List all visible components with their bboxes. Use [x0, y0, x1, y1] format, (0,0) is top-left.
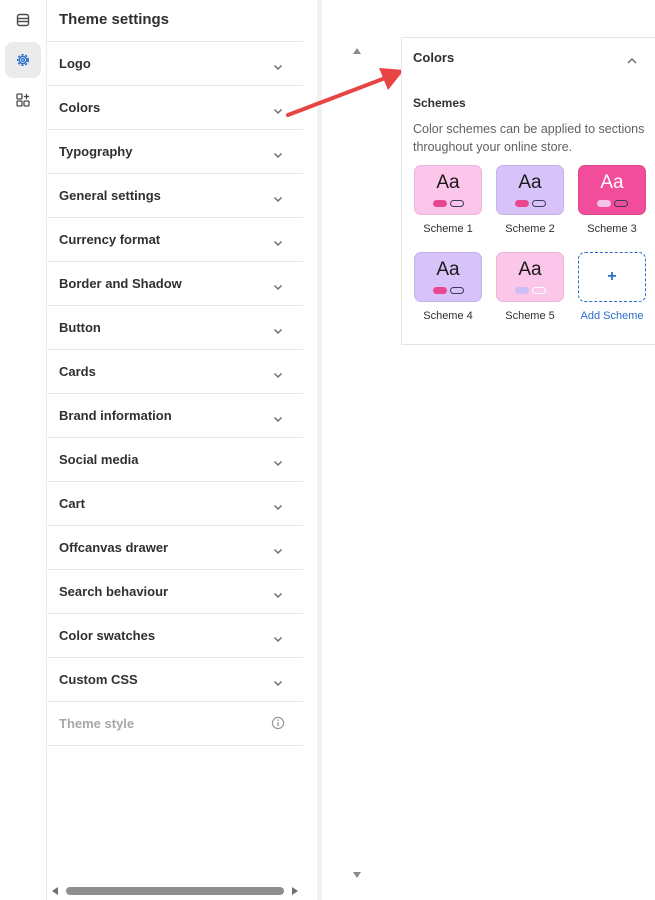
scheme-name: Scheme 4 [423, 310, 473, 322]
chevron-down-icon [273, 586, 283, 604]
accordion-cards[interactable]: Cards [47, 350, 303, 394]
plus-icon: + [607, 268, 617, 285]
schemes-description: Color schemes can be applied to sections… [413, 122, 645, 154]
scheme-swatch-3[interactable]: Aa [578, 165, 646, 215]
swatch-primary-button [433, 200, 447, 207]
accordion-button[interactable]: Button [47, 306, 303, 350]
chevron-down-icon [273, 410, 283, 428]
scroll-left-icon[interactable] [52, 887, 58, 895]
sections-icon [16, 13, 30, 27]
settings-accordion-list: Logo Colors Typography General settings Curr… [47, 42, 303, 746]
accordion-label: Border and Shadow [59, 276, 182, 291]
swatch-secondary-button [532, 200, 546, 207]
accordion-label: Currency format [59, 232, 161, 247]
sections-button[interactable] [5, 2, 41, 38]
accordion-social-media[interactable]: Social media [47, 438, 303, 482]
swatch-sample-text: Aa [600, 172, 624, 193]
swatch-primary-button [597, 200, 611, 207]
swatch-secondary-button [532, 287, 546, 294]
swatch-sample-text: Aa [518, 259, 542, 280]
accordion-general-settings[interactable]: General settings [47, 174, 303, 218]
swatch-sample-text: Aa [436, 259, 460, 280]
panel-title: Theme settings [59, 11, 170, 28]
swatch-sample-text: Aa [518, 172, 542, 193]
accordion-label: General settings [59, 188, 161, 203]
left-rail [0, 0, 47, 900]
accordion-label: Typography [59, 144, 133, 159]
colors-title: Colors [413, 50, 455, 65]
scheme-swatch-2[interactable]: Aa [496, 165, 564, 215]
scroll-right-icon[interactable] [292, 887, 298, 895]
annotation-arrow-icon [286, 68, 404, 117]
scheme-name: Scheme 5 [505, 310, 555, 322]
swatch-sample-text: Aa [436, 172, 460, 193]
chevron-down-icon [273, 190, 283, 208]
colors-panel: Colors Schemes Color schemes can be appl… [401, 37, 655, 345]
chevron-down-icon [273, 278, 283, 296]
accordion-colors[interactable]: Colors [47, 86, 303, 130]
accordion-label: Search behaviour [59, 584, 169, 599]
apps-icon [16, 93, 30, 107]
accordion-theme-style: Theme style [47, 702, 303, 746]
chevron-down-icon [273, 234, 283, 252]
accordion-label: Brand information [59, 408, 172, 423]
horizontal-scrollbar[interactable] [50, 884, 300, 898]
swatch-secondary-button [450, 287, 464, 294]
swatch-secondary-button [614, 200, 628, 207]
chevron-down-icon [273, 674, 283, 692]
swatch-secondary-button [450, 200, 464, 207]
add-scheme-button[interactable]: + [578, 252, 646, 302]
chevron-down-icon [273, 498, 283, 516]
chevron-down-icon [273, 366, 283, 384]
accordion-label: Custom CSS [59, 672, 138, 687]
chevron-up-icon[interactable] [626, 52, 638, 70]
apps-button[interactable] [5, 82, 41, 118]
info-icon[interactable] [271, 716, 285, 735]
scheme-name: Scheme 1 [423, 223, 473, 235]
accordion-label: Cards [59, 364, 96, 379]
add-scheme-label[interactable]: Add Scheme [567, 310, 655, 322]
schemes-heading: Schemes [413, 96, 466, 110]
chevron-down-icon [273, 630, 283, 648]
theme-settings-panel: Theme settings Logo Colors Typography Gener… [47, 0, 361, 900]
swatch-primary-button [433, 287, 447, 294]
scheme-name: Scheme 3 [587, 223, 637, 235]
accordion-cart[interactable]: Cart [47, 482, 303, 526]
accordion-logo[interactable]: Logo [47, 42, 303, 86]
theme-settings-button[interactable] [5, 42, 41, 78]
swatch-primary-button [515, 287, 529, 294]
chevron-down-icon [273, 146, 283, 164]
chevron-down-icon [273, 542, 283, 560]
scrollbar-thumb[interactable] [66, 887, 284, 895]
swatch-primary-button [515, 200, 529, 207]
accordion-currency-format[interactable]: Currency format [47, 218, 303, 262]
accordion-label: Logo [59, 56, 91, 71]
accordion-label: Theme style [59, 716, 135, 731]
accordion-color-swatches[interactable]: Color swatches [47, 614, 303, 658]
accordion-offcanvas-drawer[interactable]: Offcanvas drawer [47, 526, 303, 570]
accordion-label: Color swatches [59, 628, 156, 643]
accordion-label: Button [59, 320, 101, 335]
scheme-swatch-4[interactable]: Aa [414, 252, 482, 302]
scroll-down-icon[interactable] [353, 872, 361, 878]
accordion-label: Colors [59, 100, 101, 115]
accordion-label: Cart [59, 496, 86, 511]
accordion-custom-css[interactable]: Custom CSS [47, 658, 303, 702]
chevron-down-icon [273, 454, 283, 472]
panel-divider [317, 0, 322, 900]
accordion-label: Social media [59, 452, 139, 467]
gear-icon [15, 52, 31, 68]
scheme-swatch-1[interactable]: Aa [414, 165, 482, 215]
vertical-scrollbar[interactable] [351, 44, 363, 884]
chevron-down-icon [273, 322, 283, 340]
accordion-search-behaviour[interactable]: Search behaviour [47, 570, 303, 614]
scheme-name: Scheme 2 [505, 223, 555, 235]
accordion-typography[interactable]: Typography [47, 130, 303, 174]
scroll-up-icon[interactable] [353, 48, 361, 54]
accordion-label: Offcanvas drawer [59, 540, 169, 555]
accordion-brand-information[interactable]: Brand information [47, 394, 303, 438]
accordion-border-and-shadow[interactable]: Border and Shadow [47, 262, 303, 306]
scheme-swatch-5[interactable]: Aa [496, 252, 564, 302]
